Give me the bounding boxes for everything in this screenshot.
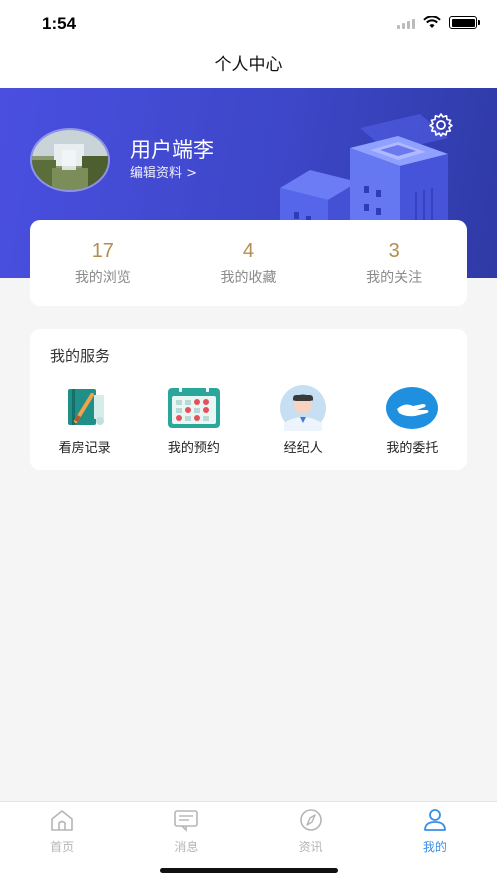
services-card: 我的服务 看房记录 我的预约 经纪人 我的委托 (30, 329, 467, 470)
home-indicator (160, 868, 338, 873)
agent-avatar-icon (276, 385, 330, 431)
service-viewing-records[interactable]: 看房记录 (35, 385, 135, 456)
tab-messages[interactable]: 消息 (146, 808, 226, 855)
nav-bar: 个人中心 (0, 48, 497, 88)
user-icon (423, 809, 446, 831)
tab-home[interactable]: 首页 (22, 808, 102, 855)
notebook-pen-icon (58, 385, 112, 431)
status-icons (397, 16, 480, 29)
settings-gear-icon[interactable] (428, 112, 454, 138)
service-agent-label: 经纪人 (283, 441, 323, 456)
stat-following[interactable]: 3 我的关注 (322, 240, 466, 287)
home-icon (51, 810, 73, 831)
stat-following-label: 我的关注 (366, 269, 423, 286)
stat-browse-label: 我的浏览 (74, 269, 131, 286)
service-viewing-records-label: 看房记录 (58, 441, 111, 456)
edit-profile-link[interactable]: 编辑资料 > (130, 162, 197, 181)
stat-browse-count: 17 (91, 239, 114, 262)
status-time: 1:54 (42, 14, 77, 33)
signal-icon (397, 17, 415, 29)
tab-home-label: 首页 (50, 840, 75, 854)
user-name: 用户端李 (130, 138, 214, 162)
service-list: 看房记录 我的预约 经纪人 我的委托 (30, 385, 467, 456)
avatar[interactable] (30, 128, 110, 192)
tab-messages-label: 消息 (174, 840, 199, 854)
stat-browse[interactable]: 17 我的浏览 (31, 240, 175, 287)
waterfall-photo (32, 130, 108, 190)
calendar-icon (167, 385, 221, 431)
tab-mine[interactable]: 我的 (395, 808, 475, 855)
tab-news-label: 资讯 (298, 840, 323, 854)
service-agent[interactable]: 经纪人 (253, 385, 353, 456)
compass-icon (299, 809, 322, 831)
service-appointments[interactable]: 我的预约 (144, 385, 244, 456)
message-icon (174, 810, 199, 832)
status-bar: 1:54 (0, 0, 497, 48)
tab-news[interactable]: 资讯 (271, 808, 351, 855)
stat-favorites-label: 我的收藏 (220, 269, 277, 286)
battery-icon (449, 16, 480, 29)
stat-favorites-count: 4 (242, 239, 255, 262)
service-entrustment-label: 我的委托 (386, 441, 439, 456)
stat-favorites[interactable]: 4 我的收藏 (176, 240, 320, 287)
tab-mine-label: 我的 (422, 840, 447, 854)
service-entrustment[interactable]: 我的委托 (362, 385, 462, 456)
services-title: 我的服务 (50, 347, 111, 365)
handshake-icon (385, 385, 439, 431)
service-appointments-label: 我的预约 (167, 441, 220, 456)
wifi-icon (423, 16, 441, 28)
stat-following-count: 3 (388, 239, 400, 262)
page-title: 个人中心 (214, 55, 283, 75)
stats-card: 17 我的浏览 4 我的收藏 3 我的关注 (30, 220, 467, 306)
